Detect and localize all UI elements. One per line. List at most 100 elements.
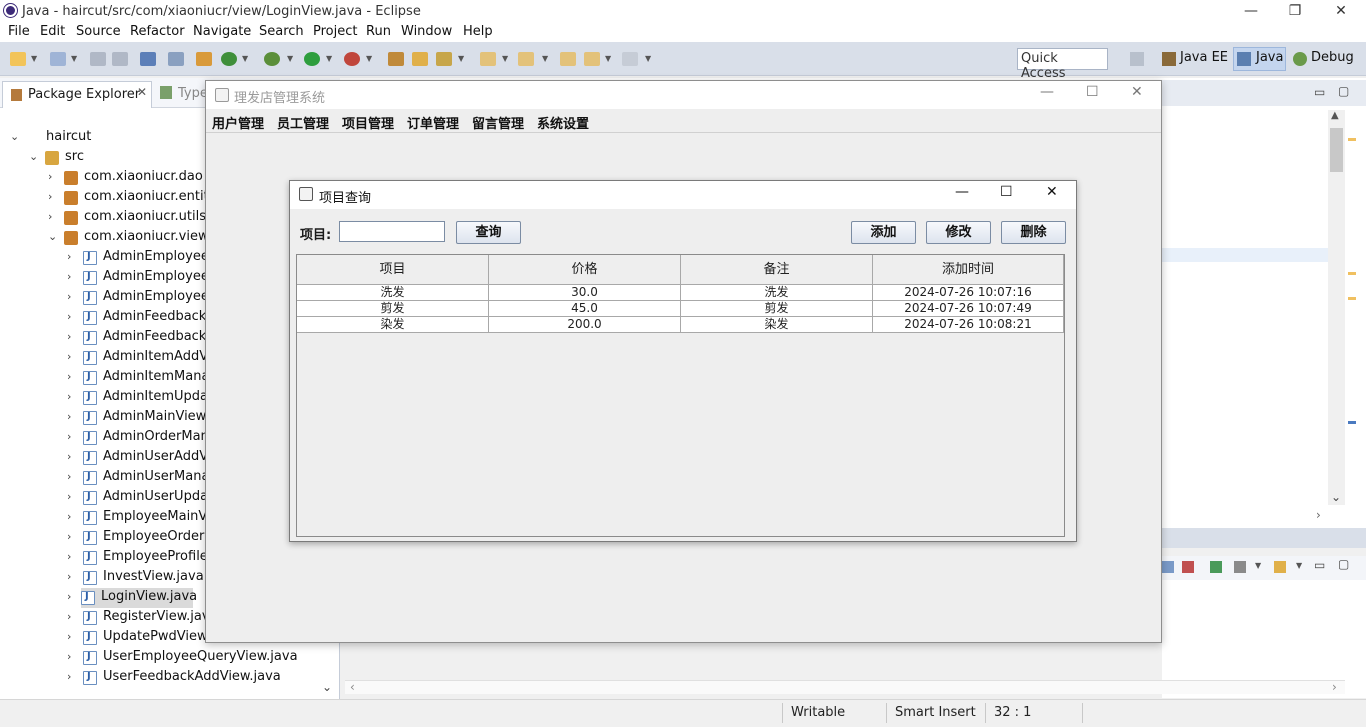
collapsed-arrow-icon[interactable]: › (67, 430, 71, 443)
java-package-icon[interactable] (196, 52, 212, 66)
chevron-down-icon[interactable]: ▼ (605, 54, 611, 63)
table-cell[interactable]: 染发 (297, 317, 489, 333)
expanded-arrow-icon[interactable]: ⌄ (10, 130, 19, 143)
table-column-header[interactable]: 项目 (297, 255, 489, 285)
scroll-down-icon[interactable]: ⌄ (1331, 490, 1341, 504)
tree-item[interactable]: › UserEmployeeQueryView.java (65, 648, 365, 668)
menu-navigate[interactable]: Navigate (193, 24, 251, 39)
new-wizard-icon[interactable] (50, 52, 66, 66)
forward-arrow-icon[interactable] (622, 52, 638, 66)
menu-source[interactable]: Source (76, 24, 121, 39)
menu-help[interactable]: Help (463, 24, 493, 39)
chevron-down-icon[interactable]: ▼ (1255, 561, 1261, 570)
chevron-down-icon[interactable]: ▼ (645, 54, 651, 63)
collapsed-arrow-icon[interactable]: › (67, 290, 71, 303)
horizontal-scrollbar[interactable]: ‹ › (345, 680, 1345, 694)
table-cell[interactable]: 2024-07-26 10:07:49 (873, 301, 1064, 317)
menu-file[interactable]: File (8, 24, 30, 39)
chevron-down-icon[interactable]: ▼ (542, 54, 548, 63)
close-button[interactable]: ✕ (1131, 84, 1143, 100)
chevron-down-icon[interactable]: ▼ (71, 54, 77, 63)
open-folder-icon[interactable] (412, 52, 428, 66)
collapsed-arrow-icon[interactable]: › (67, 450, 71, 463)
collapsed-arrow-icon[interactable]: › (67, 390, 71, 403)
scroll-down-icon[interactable]: ⌄ (322, 680, 332, 694)
table-cell[interactable]: 剪发 (297, 301, 489, 317)
perspective-debug[interactable]: Debug (1311, 50, 1354, 65)
collapsed-arrow-icon[interactable]: › (67, 570, 71, 583)
menu-edit[interactable]: Edit (40, 24, 65, 39)
collapsed-arrow-icon[interactable]: › (67, 370, 71, 383)
prev-annotation-icon[interactable] (518, 52, 534, 66)
open-console-icon[interactable] (1274, 561, 1286, 573)
maximize-button[interactable]: ☐ (1086, 84, 1099, 100)
chevron-down-icon[interactable]: ▼ (326, 54, 332, 63)
collapsed-arrow-icon[interactable]: › (67, 250, 71, 263)
save-icon[interactable] (90, 52, 106, 66)
chevron-down-icon[interactable]: ▼ (458, 54, 464, 63)
table-cell[interactable]: 200.0 (489, 317, 681, 333)
perspective-java[interactable]: Java (1256, 50, 1283, 65)
expanded-arrow-icon[interactable]: ⌄ (48, 230, 57, 243)
collapsed-arrow-icon[interactable]: › (67, 330, 71, 343)
new-icon[interactable] (10, 52, 26, 66)
menu-project[interactable]: Project (313, 24, 357, 39)
menu-window[interactable]: Window (401, 24, 452, 39)
menu-system-settings[interactable]: 系统设置 (537, 113, 589, 132)
collapsed-arrow-icon[interactable]: › (67, 410, 71, 423)
perspective-java-ee[interactable]: Java EE (1180, 50, 1228, 65)
tab-package-explorer[interactable]: Package Explorer ✕ (2, 81, 152, 108)
table-cell[interactable]: 45.0 (489, 301, 681, 317)
collapsed-arrow-icon[interactable]: › (48, 190, 52, 203)
add-button[interactable]: 添加 (851, 221, 916, 244)
table-cell[interactable]: 剪发 (681, 301, 873, 317)
maximize-button[interactable]: ☐ (1000, 184, 1013, 200)
debug-icon[interactable] (264, 52, 280, 66)
minimize-button[interactable]: — (1040, 84, 1054, 100)
maximize-view-icon[interactable]: ▢ (1338, 84, 1349, 98)
collapsed-arrow-icon[interactable]: › (67, 670, 71, 683)
menu-order-management[interactable]: 订单管理 (407, 113, 459, 132)
table-cell[interactable]: 2024-07-26 10:07:16 (873, 285, 1064, 301)
scroll-right-icon[interactable]: › (1316, 508, 1321, 522)
menu-refactor[interactable]: Refactor (130, 24, 185, 39)
table-cell[interactable]: 染发 (681, 317, 873, 333)
chevron-down-icon[interactable]: ▼ (242, 54, 248, 63)
collapsed-arrow-icon[interactable]: › (67, 470, 71, 483)
table-column-header[interactable]: 价格 (489, 255, 681, 285)
table-column-header[interactable]: 添加时间 (873, 255, 1064, 285)
open-type-icon[interactable] (388, 52, 404, 66)
menu-user-management[interactable]: 用户管理 (212, 113, 264, 132)
menu-item-management[interactable]: 项目管理 (342, 113, 394, 132)
tab-type-hierarchy[interactable]: Type (178, 86, 208, 101)
collapsed-arrow-icon[interactable]: › (67, 270, 71, 283)
collapsed-arrow-icon[interactable]: › (67, 590, 71, 603)
pencil-icon[interactable] (436, 52, 452, 66)
minimize-view-icon[interactable]: ▭ (1314, 85, 1325, 99)
scroll-left-icon[interactable]: ‹ (350, 680, 355, 694)
restore-button[interactable]: ❐ (1272, 0, 1318, 22)
external-tools-icon[interactable] (344, 52, 360, 66)
console-view-icon[interactable] (1162, 561, 1174, 573)
collapsed-arrow-icon[interactable]: › (67, 490, 71, 503)
chevron-down-icon[interactable]: ▼ (502, 54, 508, 63)
table-column-header[interactable]: 备注 (681, 255, 873, 285)
display-console-icon[interactable] (1234, 561, 1246, 573)
skip-breakpoints-icon[interactable] (168, 52, 184, 66)
close-button[interactable]: ✕ (1046, 184, 1058, 200)
collapsed-arrow-icon[interactable]: › (67, 530, 71, 543)
edit-button[interactable]: 修改 (926, 221, 991, 244)
pin-console-icon[interactable] (1210, 561, 1222, 573)
delete-button[interactable]: 删除 (1001, 221, 1066, 244)
table-cell[interactable]: 洗发 (681, 285, 873, 301)
run-icon[interactable] (304, 52, 320, 66)
collapsed-arrow-icon[interactable]: › (48, 170, 52, 183)
back-arrow-icon[interactable] (584, 52, 600, 66)
chevron-down-icon[interactable]: ▼ (31, 54, 37, 63)
collapsed-arrow-icon[interactable]: › (67, 510, 71, 523)
maximize-view-icon[interactable]: ▢ (1338, 557, 1349, 571)
quick-access-input[interactable]: Quick Access (1017, 48, 1108, 81)
table-cell[interactable]: 2024-07-26 10:08:21 (873, 317, 1064, 333)
chevron-down-icon[interactable]: ▼ (366, 54, 372, 63)
next-annotation-icon[interactable] (480, 52, 496, 66)
